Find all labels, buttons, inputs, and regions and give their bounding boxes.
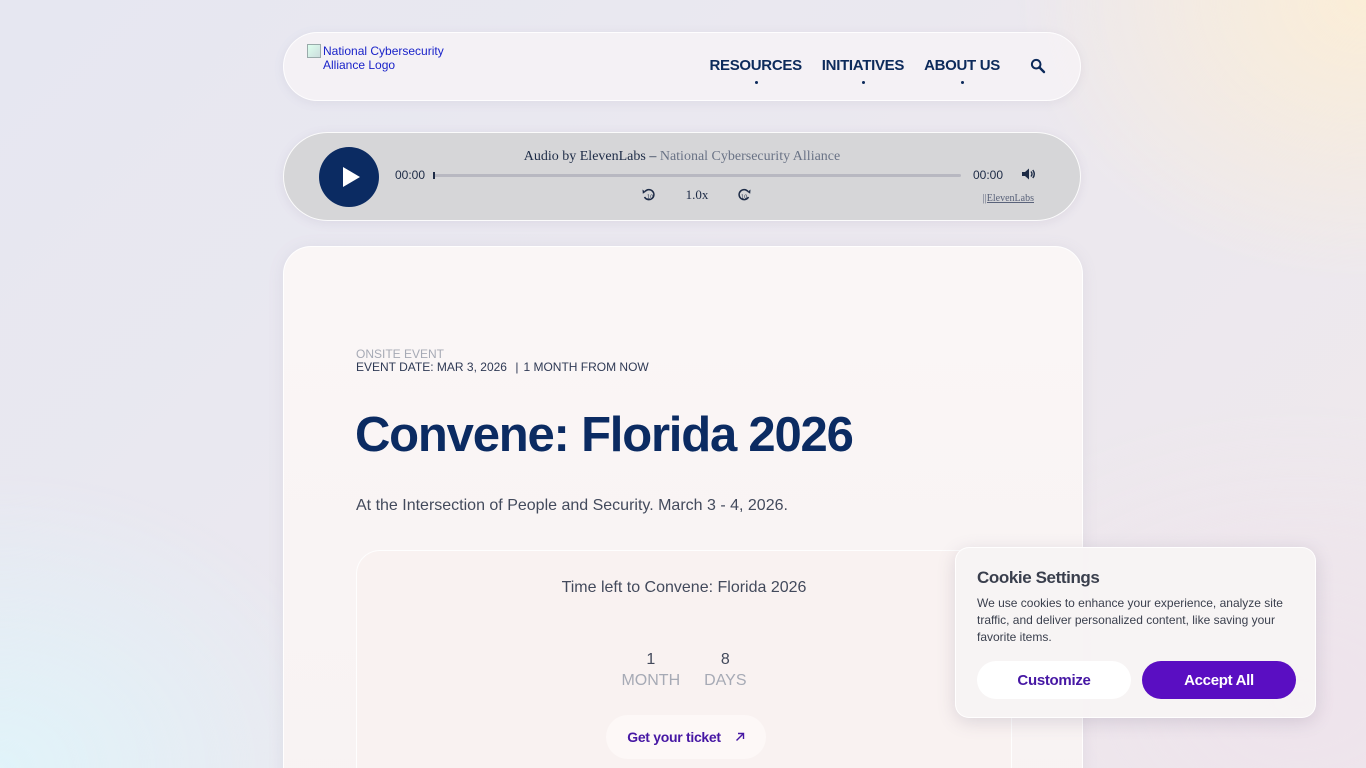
nav-indicator-dot <box>861 81 865 84</box>
countdown-unit-month: 1 MONTH <box>621 651 680 693</box>
playback-speed[interactable]: 1.0x <box>677 187 717 203</box>
audio-title-main: Audio by ElevenLabs <box>523 149 646 164</box>
event-relative-date: 1 MONTH FROM NOW <box>523 360 649 374</box>
nav-item-initiatives[interactable]: INITIATIVES <box>821 57 905 84</box>
nav-item-resources[interactable]: RESOURCES <box>709 57 802 84</box>
cookie-text: We use cookies to enhance your experienc… <box>977 596 1283 644</box>
countdown-value: 1 <box>646 651 656 668</box>
nav-indicator-dot <box>754 81 758 84</box>
progress-handle[interactable] <box>433 172 435 179</box>
nav-label: RESOURCES <box>709 57 802 74</box>
countdown-panel: Time left to Convene: Florida 2026 1 MON… <box>356 550 1012 768</box>
event-date-line: EVENT DATE: MAR 3, 2026 | 1 MONTH FROM NO… <box>356 360 649 374</box>
search-button[interactable] <box>1030 58 1046 74</box>
audio-title-separator: – <box>649 149 657 164</box>
volume-button[interactable] <box>1021 167 1037 181</box>
audio-title-sub: National Cybersecurity Alliance <box>659 149 841 164</box>
countdown-unit-days: 8 DAYS <box>704 651 746 693</box>
get-ticket-button[interactable]: Get your ticket <box>606 715 766 759</box>
search-icon <box>1030 58 1046 73</box>
countdown-label: MONTH <box>621 672 681 689</box>
countdown-label: DAYS <box>704 672 747 689</box>
cookie-banner: Cookie Settings We use cookies to enhanc… <box>955 547 1316 718</box>
arrow-up-right-icon <box>735 732 744 741</box>
audio-player: Audio by ElevenLabs – National Cybersecu… <box>283 132 1081 221</box>
svg-text:10: 10 <box>647 195 653 201</box>
page-title: Convene: Florida 2026 <box>355 408 854 462</box>
site-header: National Cybersecurity Alliance Logo RES… <box>283 32 1081 101</box>
accept-all-button[interactable]: Accept All <box>1142 661 1296 699</box>
total-time: 00:00 <box>973 168 1004 182</box>
cookie-title: Cookie Settings <box>977 568 1100 587</box>
nav-label: ABOUT US <box>924 57 1000 74</box>
nav-indicator-dot <box>961 81 965 84</box>
countdown-title: Time left to Convene: Florida 2026 <box>561 579 807 596</box>
countdown-units: 1 MONTH 8 DAYS <box>357 651 1011 693</box>
customize-button[interactable]: Customize <box>977 661 1131 699</box>
logo-alt-text: National Cybersecurity Alliance Logo <box>323 44 444 72</box>
elevenlabs-link[interactable]: ||ElevenLabs <box>983 193 1034 204</box>
event-date-value: MAR 3, 2026 <box>436 360 507 374</box>
event-type: ONSITE EVENT <box>356 347 445 361</box>
nav-item-about-us[interactable]: ABOUT US <box>924 57 1000 84</box>
countdown-value: 8 <box>720 651 730 668</box>
progress-track[interactable] <box>433 172 961 179</box>
audio-title: Audio by ElevenLabs – National Cybersecu… <box>284 149 1080 165</box>
site-logo[interactable]: National Cybersecurity Alliance Logo <box>307 44 467 72</box>
event-date-separator: | <box>515 360 519 374</box>
main-nav: RESOURCES INITIATIVES ABOUT US <box>689 57 1046 84</box>
event-subtitle: At the Intersection of People and Securi… <box>356 497 788 514</box>
volume-icon <box>1022 168 1035 180</box>
current-time: 00:00 <box>395 168 426 182</box>
forward-button[interactable]: 10 <box>736 187 752 203</box>
forward-icon: 10 <box>738 188 751 201</box>
nav-label: INITIATIVES <box>821 57 905 74</box>
event-date-label: EVENT DATE: <box>356 360 434 374</box>
rewind-icon: 10 <box>642 188 655 201</box>
broken-image-icon <box>307 44 321 58</box>
rewind-button[interactable]: 10 <box>641 187 657 203</box>
svg-text:10: 10 <box>741 195 747 201</box>
ticket-label: Get your ticket <box>627 729 721 745</box>
